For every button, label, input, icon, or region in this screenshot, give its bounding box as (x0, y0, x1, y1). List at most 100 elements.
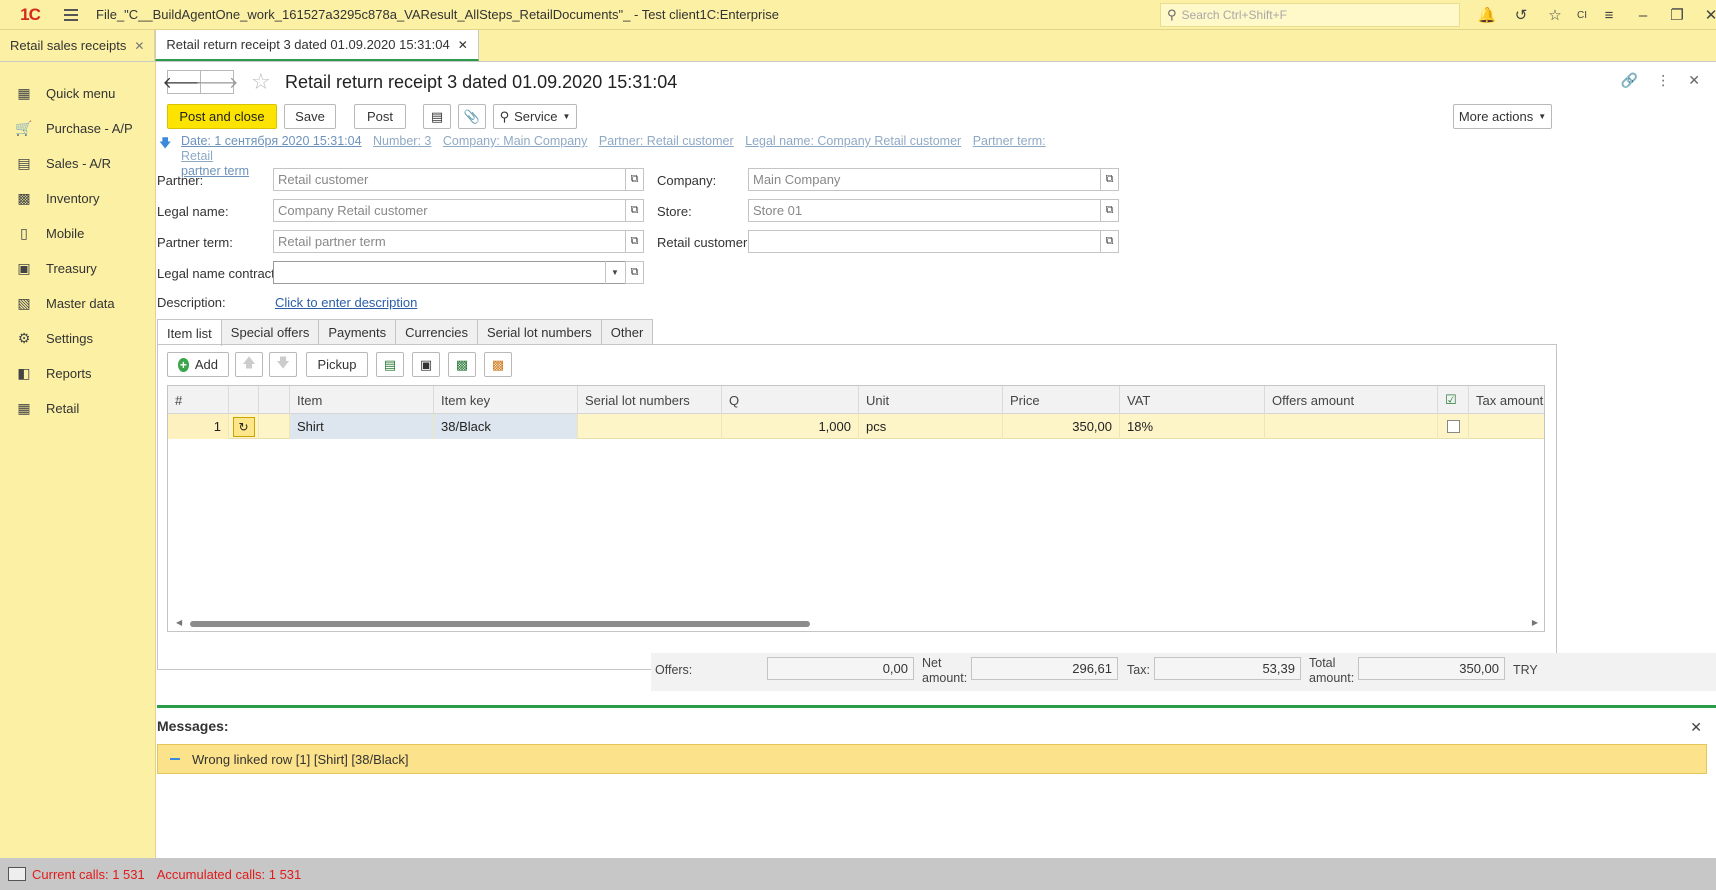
info-link-date[interactable]: Date: 1 сентября 2020 15:31:04 (181, 134, 362, 148)
minimize-icon[interactable]: – (1626, 0, 1660, 30)
cell-flag[interactable] (1438, 414, 1469, 439)
cell-unit[interactable]: pcs (859, 414, 1003, 439)
company-field[interactable]: Main Company (748, 168, 1104, 191)
link-rows-button[interactable]: ▩ (484, 352, 512, 377)
info-link-partner[interactable]: Partner: Retail customer (599, 134, 734, 148)
company-open-button[interactable]: ⧉ (1100, 168, 1119, 191)
legal-name-contract-dropdown[interactable]: ▼ (605, 261, 624, 284)
total-amount-field[interactable]: 350,00 (1358, 657, 1505, 680)
app-logo[interactable]: 1C (8, 0, 52, 30)
cell-offers-amount[interactable] (1265, 414, 1438, 439)
col-header-price[interactable]: Price (1003, 386, 1120, 414)
cell-quantity[interactable]: 1,000 (722, 414, 859, 439)
sidebar-item-reports[interactable]: ◧ Reports (0, 356, 155, 391)
sidebar-item-inventory[interactable]: ▩ Inventory (0, 181, 155, 216)
forward-button[interactable]: 🡒 (196, 70, 238, 94)
more-vertical-icon[interactable]: ⋮ (1656, 72, 1670, 89)
col-header-serial-lot-numbers[interactable]: Serial lot numbers (578, 386, 722, 414)
messages-close-icon[interactable]: ✕ (1690, 719, 1702, 736)
barcode-button[interactable]: ▤ (376, 352, 404, 377)
post-and-close-button[interactable]: Post and close (167, 104, 277, 129)
main-menu-button[interactable] (56, 0, 86, 30)
attachments-button[interactable]: 📎 (458, 104, 486, 129)
sidebar-item-treasury[interactable]: ▣ Treasury (0, 251, 155, 286)
partner-open-button[interactable]: ⧉ (625, 168, 644, 191)
close-tab-icon[interactable]: ✕ (134, 39, 144, 53)
cell-tax-amount[interactable] (1469, 414, 1544, 439)
close-window-icon[interactable]: ✕ (1694, 0, 1716, 30)
sidebar-item-settings[interactable]: ⚙ Settings (0, 321, 155, 356)
tab-payments[interactable]: Payments (318, 319, 397, 345)
store-open-button[interactable]: ⧉ (1100, 199, 1119, 222)
row-checkbox[interactable] (1446, 420, 1460, 433)
tab-retail-sales-receipts[interactable]: Retail sales receipts ✕ (0, 30, 156, 61)
more-actions-button[interactable]: More actions ▼ (1453, 104, 1552, 129)
partner-term-open-button[interactable]: ⧉ (625, 230, 644, 253)
tax-amount-field[interactable]: 53,39 (1154, 657, 1301, 680)
cell-vat[interactable]: 18% (1120, 414, 1265, 439)
add-row-button[interactable]: + Add (167, 352, 229, 377)
scrollbar-thumb[interactable] (190, 621, 810, 627)
move-up-button[interactable]: 🡅 (235, 352, 263, 377)
user-initials-icon[interactable]: CI (1572, 0, 1592, 30)
sidebar-item-sales[interactable]: ▤ Sales - A/R (0, 146, 155, 181)
col-header-item[interactable]: Item (290, 386, 434, 414)
favorite-star-icon[interactable]: ☆ (251, 69, 271, 95)
col-header-unit[interactable]: Unit (859, 386, 1003, 414)
legal-name-open-button[interactable]: ⧉ (625, 199, 644, 222)
pickup-button[interactable]: Pickup (306, 352, 368, 377)
legal-name-contract-open-button[interactable]: ⧉ (625, 261, 644, 284)
cell-item-key[interactable]: 38/Black (434, 414, 578, 439)
col-header-flag[interactable]: ☑ (1438, 386, 1469, 414)
global-search-input[interactable]: ⚲ Search Ctrl+Shift+F (1160, 3, 1460, 27)
horizontal-scrollbar[interactable]: ◀ ▶ (176, 618, 1538, 628)
col-header-vat[interactable]: VAT (1120, 386, 1265, 414)
sidebar-item-retail[interactable]: ▦ Retail (0, 391, 155, 426)
col-header-quantity[interactable]: Q (722, 386, 859, 414)
info-link-number[interactable]: Number: 3 (373, 134, 431, 148)
cell-serial-lot-numbers[interactable] (578, 414, 722, 439)
tab-special-offers[interactable]: Special offers (220, 319, 320, 345)
offers-amount-field[interactable]: 0,00 (767, 657, 914, 680)
link-icon[interactable]: 🔗 (1621, 72, 1638, 89)
info-link-company[interactable]: Company: Main Company (443, 134, 588, 148)
report-button[interactable]: ▤ (423, 104, 451, 129)
linked-row-icon[interactable]: ↻ (232, 416, 255, 437)
favorites-star-icon[interactable]: ☆ (1538, 0, 1572, 30)
col-header-blank[interactable] (259, 386, 290, 414)
legal-name-contract-field[interactable] (273, 261, 629, 284)
cell-number[interactable]: 1 (168, 414, 229, 439)
scan-button[interactable]: ▣ (412, 352, 440, 377)
retail-customer-field[interactable] (748, 230, 1104, 253)
tab-currencies[interactable]: Currencies (395, 319, 478, 345)
service-button[interactable]: ⚲ Service ▼ (493, 104, 577, 129)
sidebar-item-purchase[interactable]: 🛒 Purchase - A/P (0, 111, 155, 146)
col-header-offers-amount[interactable]: Offers amount (1265, 386, 1438, 414)
settings-menu-icon[interactable]: ≡ (1592, 0, 1626, 30)
message-item[interactable]: Wrong linked row [1] [Shirt] [38/Black] (157, 744, 1707, 774)
partner-field[interactable]: Retail customer (273, 168, 629, 191)
close-tab-icon[interactable]: ✕ (458, 38, 468, 52)
history-icon[interactable]: ↺ (1504, 0, 1538, 30)
save-button[interactable]: Save (284, 104, 336, 129)
item-list-table[interactable]: # Item Item key Serial lot numbers Q Uni… (167, 385, 1545, 632)
sidebar-item-mobile[interactable]: ▯ Mobile (0, 216, 155, 251)
description-link[interactable]: Click to enter description (275, 295, 417, 310)
col-header-item-key[interactable]: Item key (434, 386, 578, 414)
restore-icon[interactable]: ❐ (1660, 0, 1694, 30)
col-header-icon[interactable] (229, 386, 259, 414)
tab-retail-return-receipt[interactable]: Retail return receipt 3 dated 01.09.2020… (155, 30, 479, 61)
cell-icon[interactable]: ↻ (229, 414, 259, 439)
store-field[interactable]: Store 01 (748, 199, 1104, 222)
move-down-button[interactable]: 🡇 (269, 352, 297, 377)
tab-other[interactable]: Other (600, 319, 654, 345)
cell-price[interactable]: 350,00 (1003, 414, 1120, 439)
arrow-down-icon[interactable]: 🡇 (159, 136, 171, 150)
monitor-icon[interactable] (8, 867, 26, 881)
col-header-number[interactable]: # (168, 386, 229, 414)
cell-blank[interactable] (259, 414, 290, 439)
tab-serial-lot-numbers[interactable]: Serial lot numbers (477, 319, 602, 345)
retail-customer-open-button[interactable]: ⧉ (1100, 230, 1119, 253)
partner-term-field[interactable]: Retail partner term (273, 230, 629, 253)
post-button[interactable]: Post (354, 104, 406, 129)
